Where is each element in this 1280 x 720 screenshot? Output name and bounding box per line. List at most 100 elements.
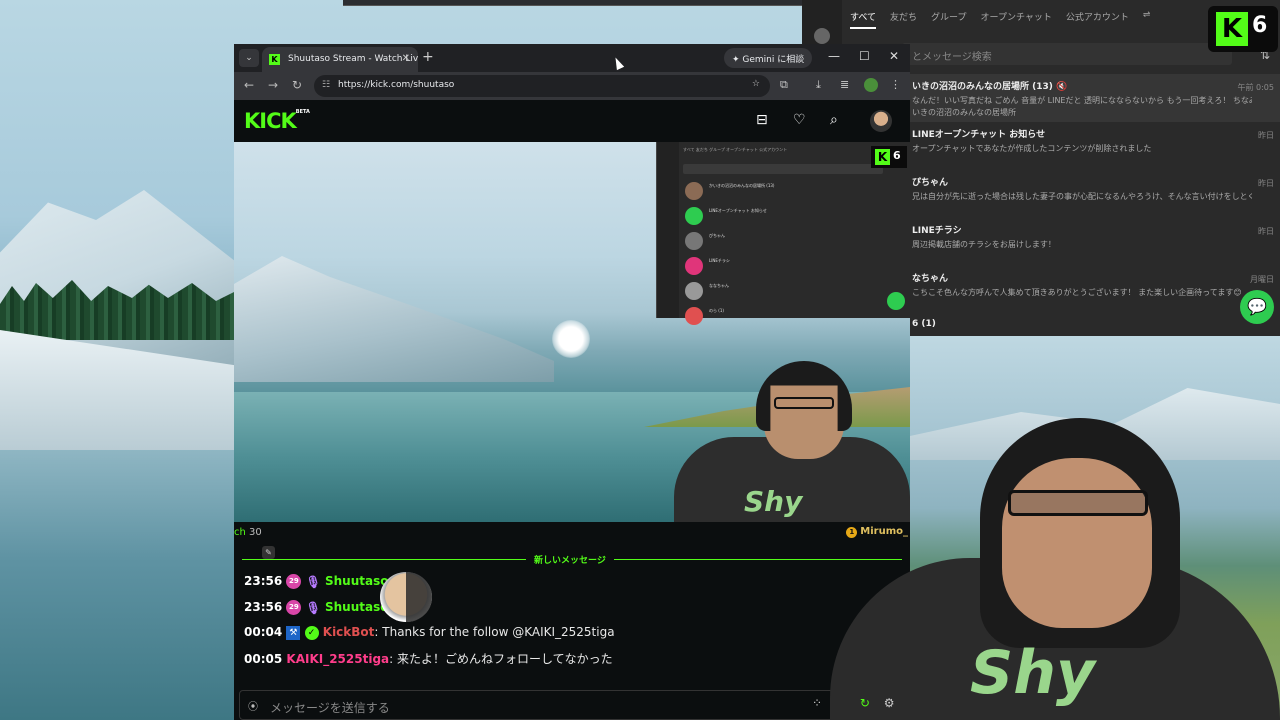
bookmark-star-icon[interactable]: ☆ [752, 79, 760, 89]
kick-logo-icon: K [1216, 12, 1248, 46]
message-time: 00:05 [244, 652, 283, 666]
mini-row-text: LINEオープンチャット お知らせ [709, 208, 767, 213]
wallpaper-lake [0, 450, 240, 720]
chat-preview: なんだ！いい写真だね ごめん 音量が LINEだと 透明になならないから もう一… [912, 96, 1252, 105]
message-text: Thanks for the follow @KAIKI_2525tiga [378, 625, 615, 639]
chat-item[interactable]: 6 (1) [902, 314, 1280, 334]
tab-all[interactable]: すべて [850, 10, 877, 29]
maximize-icon[interactable]: ☐ [859, 49, 870, 63]
search-icon[interactable]: ⌕ [830, 112, 838, 128]
bot-badge-icon: ⚒ [286, 625, 301, 640]
reload-icon[interactable]: ↻ [292, 78, 302, 92]
mini-line-sidebar [657, 142, 679, 318]
extensions-icon[interactable]: ⧉ [780, 78, 788, 92]
cam-shirt-logo: Shy [970, 638, 1096, 708]
mini-line-row: ぴちゃん [683, 230, 903, 252]
line-search-input[interactable]: とメッセージ検索 [902, 43, 1232, 65]
chat-name: 6 (1) [912, 319, 936, 329]
message-user[interactable]: Shuutaso [325, 574, 389, 588]
chat-panel: ✎ 新しいメッセージ 23:56 29 🎙 Shuutaso: 23:56 29… [234, 544, 910, 720]
kick-count-badge: K 6 [1208, 6, 1278, 52]
new-messages-divider: 新しいメッセージ [242, 553, 902, 566]
gemini-button[interactable]: ✦ Gemini に相談 [724, 48, 813, 68]
chat-item[interactable]: なちゃん こちこそ色んな方呼んで人集めて頂きありがとうございます！ また楽しい企… [902, 266, 1280, 314]
mini-line-row: ななちゃん [683, 280, 903, 302]
message-user[interactable]: KickBot [323, 625, 375, 639]
forward-icon[interactable]: → [268, 78, 278, 92]
back-icon[interactable]: ← [244, 78, 254, 92]
site-info-icon[interactable]: ☷ [322, 80, 330, 90]
menu-icon[interactable]: ⋮ [890, 78, 901, 91]
tab-friends[interactable]: 友だち [890, 10, 917, 29]
new-chat-button[interactable]: 💬 [1240, 290, 1274, 324]
new-tab-button[interactable]: + [422, 49, 434, 65]
tab-official[interactable]: 公式アカウント [1066, 10, 1129, 29]
tab-title: Shuutaso Stream - Watch Live o [288, 54, 418, 64]
kick-count: 6 [1252, 13, 1268, 38]
url-text: https://kick.com/shuutaso [338, 80, 455, 90]
download-icon[interactable]: ⤓ [816, 78, 821, 92]
kick-logo-text: KICK [244, 109, 297, 133]
media-icon[interactable]: ≣ [840, 78, 849, 91]
mini-new-chat-icon [887, 292, 905, 310]
chat-settings-gear-icon[interactable]: ⚙ [884, 696, 895, 710]
mini-row-text: ななちゃん [709, 283, 729, 288]
message-user[interactable]: KAIKI_2525tiga [286, 652, 389, 666]
chat-preview: こちこそ色んな方呼んで人集めて頂きありがとうございます！ また楽しい企画待ってま… [912, 288, 1242, 297]
url-input[interactable]: ☷ https://kick.com/shuutaso ☆ [314, 75, 770, 97]
chat-item[interactable]: いきの沼沼のみんなの居場所 (13) 🔇 なんだ！いい写真だね ごめん 音量が … [902, 74, 1280, 122]
chat-tools-icon[interactable]: ⁘ [812, 696, 822, 710]
close-window-icon[interactable]: ✕ [889, 49, 899, 63]
profile-avatar-icon[interactable] [864, 78, 878, 92]
chat-refresh-icon[interactable]: ↻ [860, 696, 870, 710]
chat-message: 23:56 29 🎙 Shuutaso: [244, 600, 393, 622]
chat-time: 午前 0:05 [1237, 83, 1274, 92]
message-user[interactable]: Shuutaso [325, 600, 389, 614]
kick-logo-beta: BETA [295, 109, 310, 115]
tab-groups[interactable]: グループ [931, 10, 966, 29]
streamer-glasses [774, 397, 834, 409]
chat-item[interactable]: ぴちゃん 兄は自分が先に逝った場合は残した妻子の事が心配になるんやろうけ、そんな… [902, 170, 1280, 218]
message-time: 00:04 [244, 625, 283, 639]
mini-row-text: かいきの沼沼のみんなの居場所 (13) [709, 183, 775, 188]
chat-name: LINEチラシ [912, 226, 962, 236]
chat-item[interactable]: LINEオープンチャット お知らせ オープンチャットであなたが作成したコンテンツ… [902, 122, 1280, 170]
profile-icon[interactable] [814, 28, 830, 44]
filter-icon[interactable]: ⇌ [1143, 10, 1151, 29]
cam-face [1002, 458, 1152, 628]
emote-image [380, 572, 432, 622]
chat-input[interactable]: ⦿ メッセージを送信する ☻ [239, 690, 905, 720]
message-text: 来たよ！ごめんねフォローしてなかった [393, 652, 613, 666]
tab-search-icon[interactable]: ⌄ [239, 49, 259, 67]
message-time: 23:56 [244, 574, 283, 588]
gemini-label: Gemini に相談 [742, 55, 805, 65]
stream-info-bar: ch 30 1 Mirumo_ [234, 522, 910, 544]
mini-line-tabs: すべて 友だち グループ オープンチャット 公式アカウント [683, 147, 788, 152]
following-heart-icon[interactable]: ♡ [793, 112, 806, 128]
video-player[interactable]: Shy すべて 友だち グループ オープンチャット 公式アカウント かいきの沼沼… [234, 142, 910, 522]
store-icon[interactable]: ⊟ [756, 112, 768, 128]
mini-avatar [685, 207, 703, 225]
user-avatar[interactable] [870, 110, 892, 132]
mini-avatar [685, 232, 703, 250]
minimize-icon[interactable]: — [828, 49, 840, 63]
streamer-large-webcam: Shy [830, 418, 1280, 720]
mini-row-text: LINEチラシ [709, 258, 730, 263]
mini-row-text: ぴちゃん [709, 233, 725, 238]
kick-header: KICKBETA ⊟ ♡ ⌕ [234, 100, 910, 142]
broadcaster-mic-icon: 🎙 [305, 574, 321, 589]
sub-badge: 29 [286, 600, 302, 615]
shirt-logo: Shy [744, 485, 803, 518]
mini-row-text: のら (1) [709, 308, 724, 313]
chat-preview: オープンチャットであなたが作成したコンテンツが削除されました [912, 144, 1152, 153]
chat-emote-picker-icon[interactable]: ⦿ [248, 698, 258, 713]
mini-kick-count: 6 [893, 149, 901, 162]
close-tab-icon[interactable]: ✕ [402, 53, 410, 64]
chat-item[interactable]: LINEチラシ 周辺掲載店舗のチラシをお届けします！ 昨日 [902, 218, 1280, 266]
browser-tab[interactable]: K Shuutaso Stream - Watch Live o ✕ [262, 47, 418, 72]
kick-logo[interactable]: KICKBETA [244, 109, 310, 133]
chat-time: 昨日 [1258, 227, 1274, 236]
browser-window: ⌄ K Shuutaso Stream - Watch Live o ✕ + ✦… [234, 44, 910, 720]
chat-settings-row: ⁘ ↻ ⚙ [812, 696, 895, 710]
tab-openchat[interactable]: オープンチャット [981, 10, 1052, 29]
